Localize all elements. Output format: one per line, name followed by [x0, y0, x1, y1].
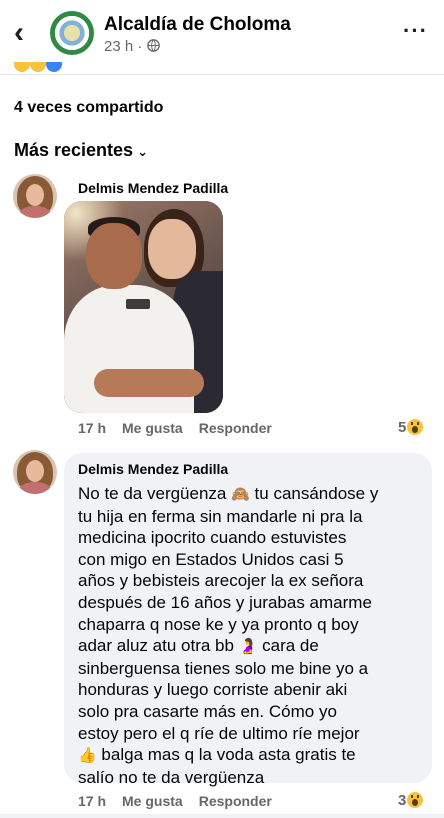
- wow-reaction-icon: [407, 419, 424, 435]
- chevron-down-icon: ⌄: [137, 144, 148, 159]
- post-header: ‹ Alcaldía de Choloma 23 h · ···: [0, 0, 444, 66]
- reaction-count-value: 3: [398, 792, 407, 809]
- comment-line: años y bebisteis arecojer la ex señora: [78, 571, 364, 591]
- comment-line: salío no te da vergüenza: [78, 767, 265, 787]
- wow-reaction-icon: [407, 792, 424, 808]
- post-meta: 23 h ·: [104, 38, 160, 55]
- shares-count[interactable]: 4 veces compartido: [14, 99, 163, 117]
- pregnant-woman-emoji: 🤰: [238, 638, 258, 656]
- comment-author[interactable]: Delmis Mendez Padilla: [78, 461, 228, 477]
- comment-line: sinberguensa tienes solo me bine yo a: [78, 658, 369, 678]
- avatar[interactable]: [13, 450, 57, 494]
- haha-reaction-icon: [14, 62, 30, 72]
- divider: [0, 814, 444, 818]
- post-time: 23 h ·: [104, 38, 147, 55]
- comment-line: medicina ipocrito cuando estuvistes: [78, 528, 347, 548]
- comment-photo[interactable]: [64, 201, 223, 413]
- like-button[interactable]: Me gusta: [122, 420, 183, 436]
- see-no-evil-monkey-emoji: 🙈: [231, 486, 250, 503]
- page-title[interactable]: Alcaldía de Choloma: [104, 14, 291, 36]
- comment-author[interactable]: Delmis Mendez Padilla: [78, 180, 228, 196]
- like-reaction-icon: [46, 62, 62, 72]
- divider: [0, 74, 444, 75]
- comment-line: 👍 balga mas q la voda asta gratis te: [78, 745, 356, 765]
- reactions-summary[interactable]: [10, 62, 430, 74]
- reaction-count[interactable]: 5: [398, 419, 424, 436]
- reaction-count[interactable]: 3: [398, 792, 424, 809]
- back-arrow-icon[interactable]: ‹: [14, 18, 38, 48]
- reply-button[interactable]: Responder: [199, 793, 272, 809]
- comment-actions: 17 h Me gusta Responder: [78, 420, 288, 436]
- comment-actions: 17 h Me gusta Responder: [78, 793, 288, 809]
- comment-line: No te da vergüenza 🙈 tu cansándose y: [78, 484, 379, 503]
- more-options-icon[interactable]: ···: [403, 18, 428, 44]
- comment-line: después de 16 años y jurabas amarme: [78, 592, 372, 612]
- comment-line: tu hija en ferma sin mandarle ni pra la: [78, 506, 363, 526]
- sort-selector[interactable]: Más recientes ⌄: [14, 140, 148, 161]
- comment-text: No te da vergüenza 🙈 tu cansándose y tu …: [78, 483, 428, 788]
- avatar[interactable]: [13, 174, 57, 218]
- wow-reaction-icon: [30, 62, 46, 72]
- comment-line: estoy pero el q ríe de ultimo ríe mejor: [78, 723, 360, 743]
- comment-line: chaparra q nose ke y ya pronto q boy: [78, 614, 359, 634]
- reply-button[interactable]: Responder: [199, 420, 272, 436]
- comment-time: 17 h: [78, 793, 107, 809]
- reaction-count-value: 5: [398, 419, 407, 436]
- like-button[interactable]: Me gusta: [122, 793, 183, 809]
- comment-time: 17 h: [78, 420, 107, 436]
- globe-icon: [146, 38, 160, 55]
- comment-line: con migo en Estados Unidos casi 5: [78, 549, 344, 569]
- sort-label: Más recientes: [14, 140, 134, 160]
- comment-line: solo pra casarte más en. Cómo yo: [78, 701, 337, 721]
- comment-line: honduras y luego corriste abenir aki: [78, 680, 348, 700]
- page-avatar[interactable]: [50, 11, 94, 55]
- thumbs-up-emoji: 👍: [78, 747, 97, 765]
- comment-line: adar aluz atu otra bb 🤰 cara de: [78, 636, 319, 656]
